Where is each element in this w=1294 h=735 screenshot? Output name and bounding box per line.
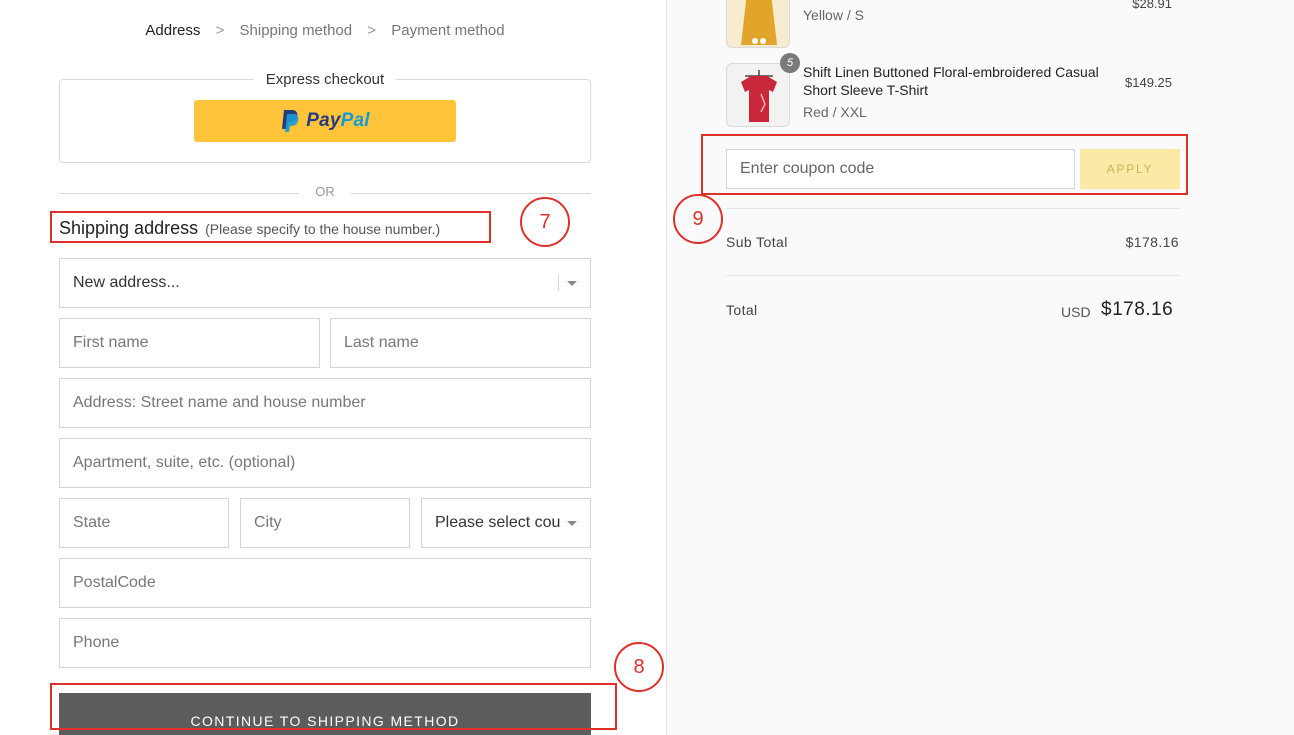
state-field bbox=[59, 498, 229, 548]
subtotal-label: Sub Total bbox=[726, 234, 788, 250]
country-select-value: Please select country bbox=[435, 514, 561, 531]
checkout-form-panel: Address > Shipping method > Payment meth… bbox=[0, 0, 666, 735]
phone-field bbox=[59, 618, 591, 668]
product-name: Shift Linen Buttoned Floral-embroidered … bbox=[803, 64, 1099, 98]
coupon-field bbox=[726, 149, 1075, 189]
postal-code-input[interactable] bbox=[60, 559, 590, 607]
summary-divider bbox=[726, 208, 1179, 209]
select-divider bbox=[558, 275, 559, 291]
annotation-marker-8: 8 bbox=[614, 642, 664, 692]
express-checkout-box: Express checkout PayPal bbox=[59, 71, 591, 163]
address-select[interactable]: New address... bbox=[59, 258, 591, 308]
divider-line bbox=[351, 193, 591, 194]
summary-divider bbox=[726, 275, 1179, 276]
shipping-address-note: (Please specify to the house number.) bbox=[205, 221, 441, 237]
total-currency: USD bbox=[1061, 304, 1091, 320]
chevron-down-icon bbox=[567, 520, 577, 526]
shipping-address-heading: Shipping address (Please specify to the … bbox=[59, 218, 440, 239]
product-price: $28.91 bbox=[1132, 0, 1172, 11]
product-variant: Red / XXL bbox=[803, 104, 867, 120]
or-divider: OR bbox=[59, 184, 591, 202]
paypal-logo-icon bbox=[282, 110, 299, 132]
breadcrumb-address[interactable]: Address bbox=[145, 22, 200, 39]
shipping-address-title: Shipping address bbox=[59, 218, 199, 238]
total-value: $178.16 bbox=[1101, 299, 1174, 320]
coupon-input[interactable] bbox=[727, 150, 1074, 188]
paypal-button[interactable]: PayPal bbox=[194, 100, 456, 142]
red-tshirt-image bbox=[727, 64, 789, 126]
address-select-value: New address... bbox=[73, 274, 180, 291]
breadcrumb: Address > Shipping method > Payment meth… bbox=[0, 22, 650, 39]
product-price: $149.25 bbox=[1125, 75, 1172, 90]
paypal-pal-text: Pal bbox=[340, 110, 370, 131]
postal-code-field bbox=[59, 558, 591, 608]
apartment-input[interactable] bbox=[60, 439, 590, 487]
city-input[interactable] bbox=[241, 499, 409, 547]
quantity-badge: 5 bbox=[780, 53, 800, 73]
apply-coupon-button[interactable]: APPLY bbox=[1080, 149, 1180, 189]
annotation-marker-9: 9 bbox=[673, 194, 723, 244]
apartment-field bbox=[59, 438, 591, 488]
first-name-input[interactable] bbox=[60, 319, 319, 367]
last-name-field bbox=[330, 318, 591, 368]
product-thumbnail bbox=[726, 63, 790, 127]
subtotal-value: $178.16 bbox=[1125, 234, 1179, 250]
product-thumbnail bbox=[726, 0, 790, 48]
chevron-down-icon bbox=[567, 280, 577, 286]
state-input[interactable] bbox=[60, 499, 228, 547]
yellow-dress-image bbox=[727, 0, 789, 47]
breadcrumb-separator: > bbox=[215, 22, 225, 39]
paypal-pay-text: Pay bbox=[306, 110, 341, 131]
breadcrumb-separator: > bbox=[367, 22, 377, 39]
express-checkout-title: Express checkout bbox=[253, 71, 397, 88]
city-field bbox=[240, 498, 410, 548]
breadcrumb-shipping-method[interactable]: Shipping method bbox=[240, 22, 353, 39]
or-text: OR bbox=[315, 184, 335, 199]
country-select[interactable]: Please select country bbox=[421, 498, 591, 548]
first-name-field bbox=[59, 318, 320, 368]
breadcrumb-payment-method[interactable]: Payment method bbox=[391, 22, 504, 39]
product-variant: Yellow / S bbox=[803, 7, 864, 23]
phone-input[interactable] bbox=[60, 619, 590, 667]
address-field bbox=[59, 378, 591, 428]
total-label: Total bbox=[726, 302, 758, 318]
annotation-marker-7: 7 bbox=[520, 197, 570, 247]
address-input[interactable] bbox=[60, 379, 590, 427]
last-name-input[interactable] bbox=[331, 319, 590, 367]
continue-to-shipping-button[interactable]: CONTINUE TO SHIPPING METHOD bbox=[59, 693, 591, 735]
